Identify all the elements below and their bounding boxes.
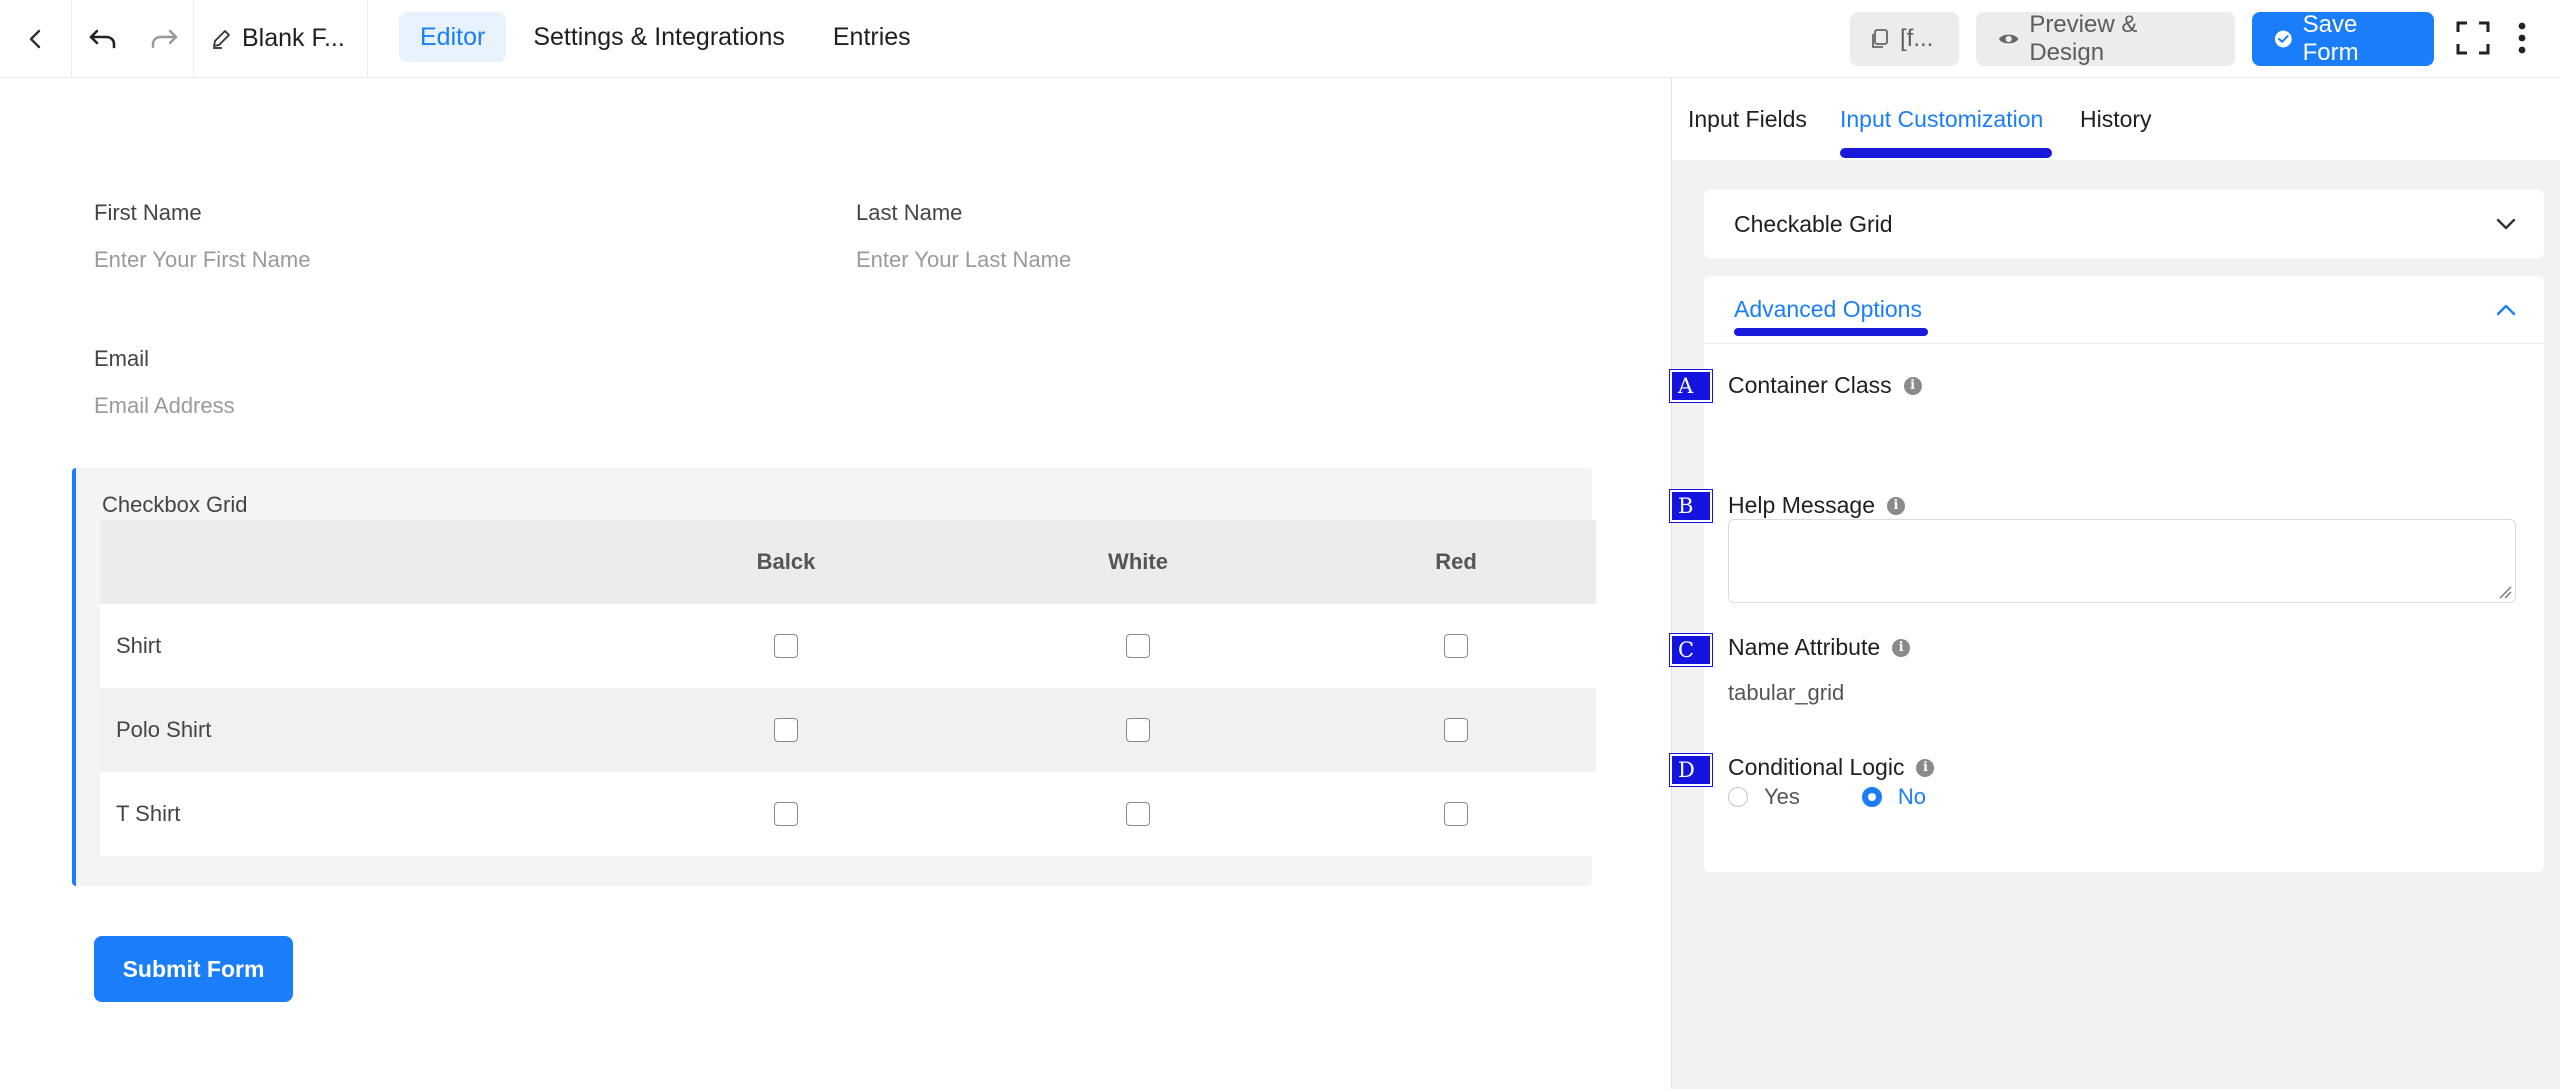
form-editor-canvas: First Name Enter Your First Name Last Na… — [0, 78, 1671, 1089]
email-placeholder: Email Address — [94, 393, 235, 418]
grid-column-header: White — [1108, 549, 1168, 574]
grid-column-header: Red — [1435, 549, 1477, 574]
grid-row-label: Polo Shirt — [116, 717, 212, 742]
grid-checkbox[interactable] — [1444, 802, 1468, 826]
redo-icon — [151, 29, 177, 48]
info-icon[interactable]: i — [1892, 638, 1911, 657]
container-class-text: Container Class — [1728, 372, 1892, 398]
shortcode-button[interactable]: [f... — [1850, 12, 1959, 66]
first-name-field[interactable]: First Name Enter Your First Name — [94, 200, 310, 273]
main-tabs: Editor Settings & Integrations Entries — [399, 12, 932, 62]
help-message-text: Help Message — [1728, 492, 1876, 518]
resize-handle-icon — [2499, 586, 2512, 599]
container-class-label: Container Class i — [1728, 372, 1922, 399]
tab-entries[interactable]: Entries — [812, 12, 932, 62]
fullscreen-icon — [2456, 21, 2490, 55]
top-bar: Blank F... Editor Settings & Integration… — [0, 0, 2560, 78]
email-label: Email — [94, 346, 150, 371]
copy-icon — [1872, 29, 1888, 48]
info-icon[interactable]: i — [1887, 496, 1906, 515]
grid-checkbox[interactable] — [1444, 718, 1468, 742]
more-menu-button[interactable] — [2502, 18, 2542, 58]
form-title[interactable]: Blank F... — [194, 0, 368, 77]
more-vertical-icon — [2518, 22, 2526, 54]
grid-header-row: Balck White Red — [100, 520, 1596, 604]
checkable-grid-section[interactable]: Checkable Grid — [1704, 190, 2544, 258]
checkable-grid-header[interactable]: Checkable Grid — [1704, 190, 2544, 258]
save-form-label: Save Form — [2302, 11, 2359, 66]
last-name-label: Last Name — [856, 200, 963, 225]
help-message-label: Help Message i — [1728, 492, 1906, 519]
radio-yes[interactable] — [1728, 787, 1748, 807]
annotation-marker: C — [1670, 634, 1712, 666]
advanced-options-title: Advanced Options — [1734, 296, 1922, 322]
conditional-logic-label: Conditional Logic i — [1728, 754, 1935, 781]
eye-icon — [1998, 34, 2019, 44]
name-attribute-text: Name Attribute — [1728, 634, 1881, 660]
check-circle-icon — [2274, 30, 2292, 48]
settings-panel: Input Fields Input Customization History… — [1670, 78, 2560, 1089]
grid-row: Shirt — [100, 604, 1596, 688]
checkbox-grid-table: Balck White Red Shirt Polo Shirt T Shirt — [100, 520, 1596, 856]
tab-input-customization[interactable]: Input Customization — [1840, 106, 2043, 133]
radio-no-label: No — [1897, 784, 1927, 809]
name-attribute-label: Name Attribute i — [1728, 634, 1911, 661]
undo-icon — [89, 29, 116, 48]
fullscreen-button[interactable] — [2453, 18, 2493, 58]
tab-history[interactable]: History — [2080, 106, 2152, 133]
grid-checkbox[interactable] — [774, 634, 798, 658]
name-attribute-input[interactable]: tabular_grid — [1728, 680, 1844, 706]
grid-row-label: Shirt — [116, 633, 162, 658]
tab-input-fields[interactable]: Input Fields — [1688, 106, 1807, 133]
conditional-logic-text: Conditional Logic — [1728, 754, 1905, 780]
info-icon[interactable]: i — [1903, 376, 1922, 395]
checkbox-grid-title: Checkbox Grid — [102, 492, 248, 517]
grid-row: T Shirt — [100, 772, 1596, 856]
chevron-down-icon — [2496, 218, 2516, 230]
email-field[interactable]: Email Email Address — [94, 346, 235, 419]
grid-row-label: T Shirt — [116, 801, 181, 826]
shortcode-label: [f... — [1900, 25, 1934, 52]
grid-checkbox[interactable] — [1126, 802, 1150, 826]
undo-button[interactable] — [72, 0, 134, 77]
advanced-options-highlight — [1734, 328, 1928, 336]
tab-editor[interactable]: Editor — [399, 12, 507, 62]
save-form-button[interactable]: Save Form — [2252, 11, 2434, 66]
last-name-placeholder: Enter Your Last Name — [856, 247, 1072, 272]
form-title-text: Blank F... — [242, 24, 345, 52]
active-tab-highlight — [1840, 148, 2052, 158]
grid-row: Polo Shirt — [100, 688, 1596, 772]
info-icon[interactable]: i — [1916, 758, 1935, 777]
grid-column-header: Balck — [756, 549, 816, 574]
grid-checkbox[interactable] — [1126, 634, 1150, 658]
annotation-marker: B — [1670, 490, 1712, 522]
preview-design-button[interactable]: Preview & Design — [1976, 11, 2235, 66]
redo-button[interactable] — [134, 0, 194, 77]
first-name-label: First Name — [94, 200, 202, 225]
grid-checkbox[interactable] — [1126, 718, 1150, 742]
help-message-textarea[interactable] — [1728, 519, 2516, 603]
grid-checkbox[interactable] — [1444, 634, 1468, 658]
submit-form-button[interactable]: Submit Form — [94, 936, 293, 1002]
chevron-up-icon — [2496, 304, 2516, 316]
annotation-marker: A — [1670, 370, 1712, 402]
grid-checkbox[interactable] — [774, 802, 798, 826]
annotation-marker: D — [1670, 754, 1712, 786]
checkbox-grid-field[interactable]: Checkbox Grid Balck White Red Shirt Polo… — [72, 468, 1596, 886]
back-button[interactable] — [0, 0, 72, 77]
chevron-left-icon — [29, 29, 40, 48]
grid-checkbox[interactable] — [774, 718, 798, 742]
last-name-field[interactable]: Last Name Enter Your Last Name — [856, 200, 1071, 273]
panel-tabs: Input Fields Input Customization History — [1672, 78, 2560, 160]
checkable-grid-title: Checkable Grid — [1734, 210, 1893, 237]
radio-yes-label: Yes — [1764, 784, 1800, 809]
first-name-placeholder: Enter Your First Name — [94, 247, 311, 272]
pencil-icon — [213, 29, 230, 49]
radio-no[interactable] — [1861, 787, 1882, 807]
preview-design-label: Preview & Design — [2029, 11, 2138, 66]
tab-settings-integrations[interactable]: Settings & Integrations — [512, 12, 806, 62]
conditional-logic-radio-group: Yes No — [1728, 784, 1926, 810]
